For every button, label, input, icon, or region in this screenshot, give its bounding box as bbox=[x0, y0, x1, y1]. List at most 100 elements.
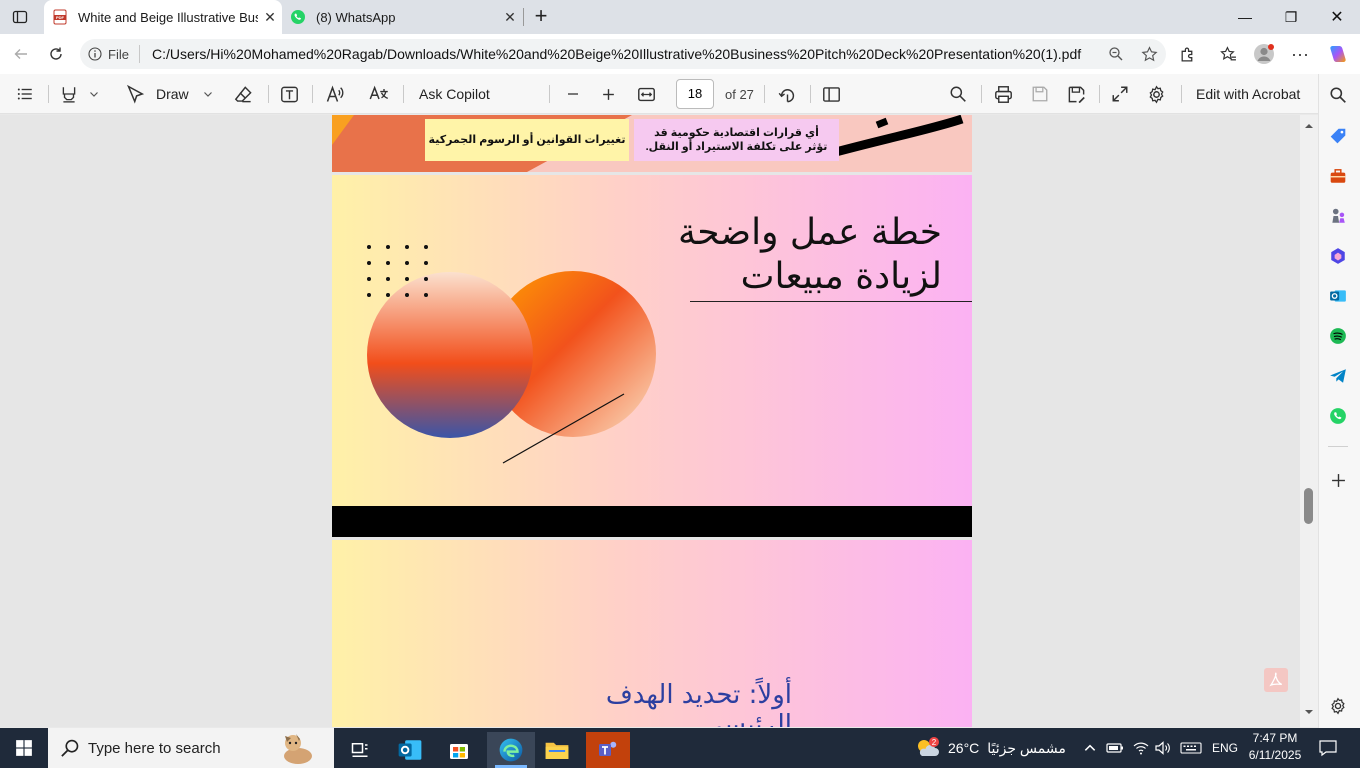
contents-button[interactable] bbox=[16, 74, 34, 114]
restore-button[interactable]: ❐ bbox=[1268, 0, 1314, 34]
scrollbar-thumb[interactable] bbox=[1304, 488, 1313, 524]
sidebar-m365-button[interactable] bbox=[1326, 244, 1350, 268]
close-tab-icon[interactable]: ✕ bbox=[498, 9, 522, 26]
new-tab-button[interactable]: + bbox=[528, 3, 554, 29]
draw-button[interactable]: Draw bbox=[126, 74, 189, 114]
pdf-file-icon: PDF bbox=[53, 9, 67, 25]
print-button[interactable] bbox=[994, 74, 1013, 114]
read-aloud-button[interactable] bbox=[325, 74, 345, 114]
task-view-button[interactable] bbox=[340, 732, 380, 768]
sidebar-divider bbox=[1328, 446, 1348, 447]
save-as-button[interactable] bbox=[1067, 74, 1086, 114]
zoom-in-button[interactable] bbox=[601, 74, 616, 114]
clock-date: 6/11/2025 bbox=[1248, 748, 1302, 762]
sidebar-spotify-button[interactable] bbox=[1326, 324, 1350, 348]
grid-dot bbox=[386, 277, 390, 281]
slide-title: خطة عمل واضحة لزيادة مبيعات bbox=[642, 211, 942, 299]
tab-actions-button[interactable] bbox=[8, 5, 32, 29]
toolbar-divider bbox=[549, 85, 550, 103]
pdf-settings-button[interactable] bbox=[1147, 74, 1166, 114]
edge-icon bbox=[499, 738, 523, 762]
scroll-up-icon[interactable] bbox=[1300, 119, 1318, 133]
close-tab-icon[interactable]: ✕ bbox=[258, 9, 282, 26]
weather-widget[interactable]: 2 26°C مشمس جزئيًا bbox=[914, 728, 1066, 768]
page-number-input[interactable]: 18 bbox=[676, 79, 714, 109]
chevron-down-icon bbox=[90, 92, 98, 97]
edit-with-acrobat-button[interactable]: Edit with Acrobat bbox=[1196, 74, 1300, 114]
pdf-viewer[interactable]: تغييرات القوانين أو الرسوم الجمركية أي ق… bbox=[0, 115, 1318, 727]
battery-status[interactable] bbox=[1106, 728, 1124, 768]
sidebar-settings-button[interactable] bbox=[1326, 694, 1350, 718]
input-language[interactable]: ENG bbox=[1212, 728, 1238, 768]
sidebar-games-button[interactable] bbox=[1326, 204, 1350, 228]
find-button[interactable] bbox=[949, 74, 967, 114]
rotate-button[interactable] bbox=[778, 74, 797, 114]
fit-width-button[interactable] bbox=[637, 74, 656, 114]
start-button[interactable] bbox=[0, 728, 48, 768]
notifications-button[interactable] bbox=[1318, 728, 1338, 768]
eraser-icon bbox=[234, 85, 252, 102]
toolbar-divider bbox=[48, 85, 49, 103]
back-button[interactable] bbox=[6, 39, 36, 69]
tab-pdf-document[interactable]: PDF White and Beige Illustrative Busin ✕ bbox=[44, 0, 282, 34]
draw-dropdown[interactable] bbox=[202, 74, 214, 114]
page-view-button[interactable] bbox=[822, 74, 841, 114]
ask-copilot-button[interactable]: Ask Copilot bbox=[419, 74, 490, 114]
save-icon bbox=[1032, 86, 1048, 102]
zoom-out-button[interactable] bbox=[566, 74, 580, 114]
favorite-star-icon[interactable] bbox=[1132, 45, 1166, 63]
outlook-icon bbox=[1330, 290, 1346, 302]
sidebar-search-button[interactable] bbox=[1326, 83, 1350, 107]
copilot-button[interactable] bbox=[1323, 39, 1353, 69]
taskbar-file-explorer[interactable] bbox=[537, 732, 577, 768]
translate-button[interactable] bbox=[369, 74, 389, 114]
refresh-icon bbox=[50, 47, 62, 60]
site-info-chip[interactable]: File bbox=[88, 45, 140, 63]
speaker-icon bbox=[1155, 741, 1170, 755]
taskbar-edge[interactable] bbox=[487, 732, 535, 768]
weather-temp: 26°C bbox=[948, 740, 980, 756]
sidebar-add-button[interactable] bbox=[1326, 468, 1350, 492]
more-menu-button[interactable]: ··· bbox=[1285, 39, 1315, 69]
plus-icon bbox=[603, 88, 614, 100]
zoom-icon[interactable] bbox=[1100, 46, 1132, 62]
sidebar-whatsapp-button[interactable] bbox=[1326, 404, 1350, 428]
top-box-left: تغييرات القوانين أو الرسوم الجمركية bbox=[425, 119, 629, 161]
network-status[interactable] bbox=[1132, 728, 1150, 768]
save-button[interactable] bbox=[1031, 74, 1049, 114]
profile-button[interactable] bbox=[1249, 39, 1279, 69]
acrobat-floating-icon[interactable] bbox=[1264, 668, 1288, 692]
touch-keyboard-button[interactable] bbox=[1180, 728, 1202, 768]
erase-button[interactable] bbox=[234, 74, 253, 114]
vertical-scrollbar[interactable] bbox=[1300, 115, 1318, 727]
tab-whatsapp[interactable]: (8) WhatsApp ✕ bbox=[282, 0, 522, 34]
tab-title: (8) WhatsApp bbox=[316, 9, 396, 25]
highlight-dropdown[interactable] bbox=[88, 74, 100, 114]
grid-dot bbox=[405, 261, 409, 265]
volume-control[interactable] bbox=[1154, 728, 1172, 768]
scroll-down-icon[interactable] bbox=[1300, 705, 1318, 719]
sidebar-shopping-button[interactable] bbox=[1326, 124, 1350, 148]
close-window-button[interactable]: ✕ bbox=[1314, 0, 1360, 34]
taskbar-store[interactable] bbox=[439, 732, 479, 768]
taskbar-outlook[interactable] bbox=[390, 732, 430, 768]
highlight-button[interactable] bbox=[60, 74, 78, 114]
highlighter-icon bbox=[62, 87, 76, 103]
refresh-button[interactable] bbox=[41, 39, 71, 69]
address-bar[interactable]: File C:/Users/Hi%20Mohamed%20Ragab/Downl… bbox=[80, 39, 1166, 69]
favorites-button[interactable] bbox=[1213, 39, 1243, 69]
sidebar-outlook-button[interactable] bbox=[1326, 284, 1350, 308]
clock[interactable]: 7:47 PM 6/11/2025 bbox=[1244, 730, 1306, 766]
sidebar-telegram-button[interactable] bbox=[1326, 364, 1350, 388]
fullscreen-button[interactable] bbox=[1111, 74, 1129, 114]
taskbar-search[interactable]: Type here to search bbox=[48, 728, 334, 768]
show-hidden-icons-button[interactable] bbox=[1083, 728, 1097, 768]
gear-icon bbox=[1149, 85, 1164, 103]
taskbar-teams[interactable] bbox=[586, 732, 630, 768]
extensions-button[interactable] bbox=[1172, 39, 1202, 69]
sidebar-tools-button[interactable] bbox=[1326, 164, 1350, 188]
minimize-button[interactable]: — bbox=[1222, 0, 1268, 34]
search-placeholder: Type here to search bbox=[88, 739, 221, 757]
whatsapp-icon bbox=[1330, 408, 1346, 424]
add-text-button[interactable] bbox=[280, 74, 299, 114]
